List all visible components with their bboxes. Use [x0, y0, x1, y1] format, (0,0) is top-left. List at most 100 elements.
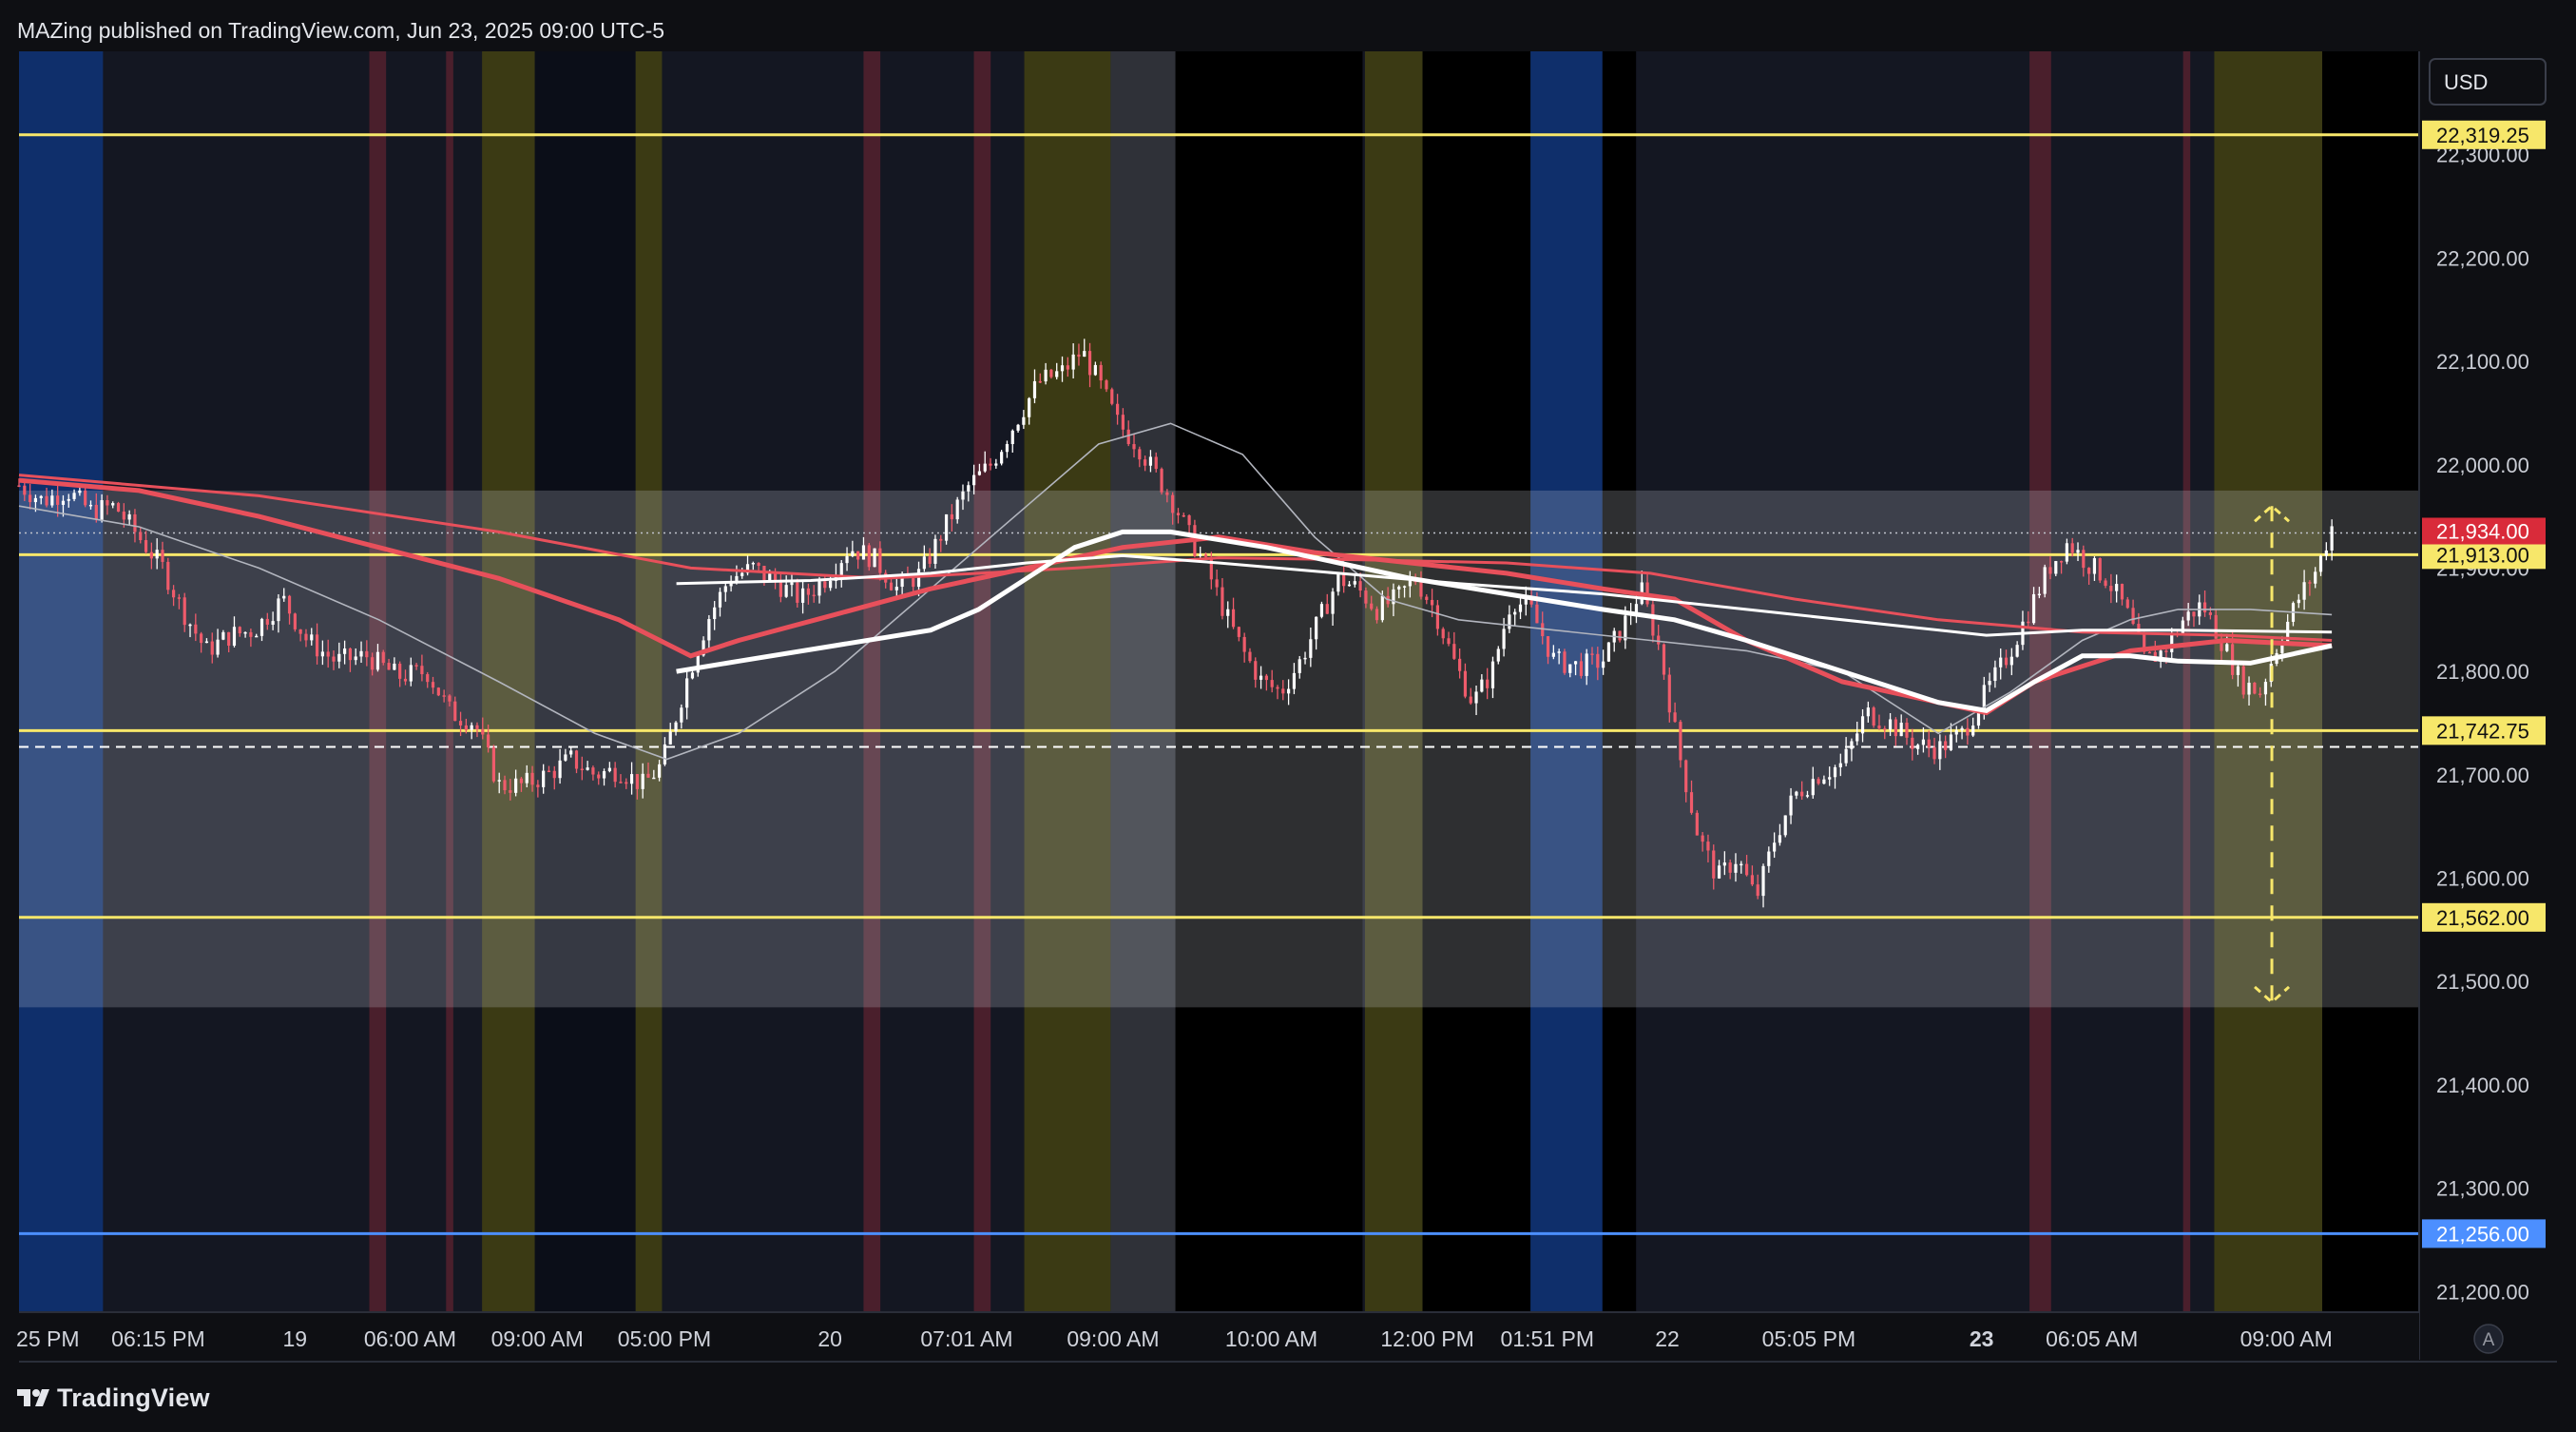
candle-body: [591, 767, 595, 775]
candle: [933, 534, 937, 570]
candle-body: [1010, 430, 1014, 445]
candle-body: [17, 485, 21, 487]
candle-body: [111, 503, 115, 506]
candle-body: [2115, 584, 2119, 591]
auto-scale-button[interactable]: A: [2473, 1324, 2504, 1354]
candle-body: [790, 582, 794, 586]
candle-body: [2009, 656, 2013, 666]
candle-body: [72, 493, 76, 499]
candle-body: [1822, 779, 1826, 784]
candle: [116, 501, 121, 513]
candle: [491, 745, 496, 784]
price-tick-label: 22,100.00: [2436, 350, 2529, 374]
candle-body: [1099, 364, 1103, 381]
candle-body: [1463, 670, 1468, 697]
candle-body: [1435, 605, 1440, 629]
candle-body: [1651, 604, 1655, 636]
candle-body: [1248, 651, 1252, 662]
candle-body: [2202, 602, 2207, 612]
candle-body: [602, 771, 606, 779]
candle-body: [1877, 726, 1881, 729]
level-label: 21,256.00: [2436, 1222, 2529, 1246]
candle-body: [2330, 526, 2334, 551]
candle-body: [1259, 675, 1263, 680]
candle-body: [856, 551, 860, 560]
candle-body: [718, 591, 722, 608]
candle-body: [658, 764, 662, 778]
candle-body: [2318, 555, 2323, 572]
candle-body: [1022, 416, 1026, 425]
candle-body: [1276, 687, 1279, 689]
candle-body: [194, 624, 198, 634]
candle-body: [497, 780, 501, 782]
candle-body: [161, 550, 164, 562]
price-tick-label: 21,700.00: [2436, 764, 2529, 787]
candle-body: [1618, 630, 1622, 641]
candle-body: [1805, 795, 1810, 797]
candle-body: [481, 728, 485, 735]
candle-body: [1894, 719, 1897, 737]
price-chart[interactable]: 22,300.0022,200.0022,100.0022,000.0021,9…: [0, 0, 2576, 1432]
candle-body: [442, 695, 446, 697]
candle-body: [2186, 611, 2190, 621]
candle-body: [707, 619, 711, 641]
candle-body: [536, 784, 540, 787]
candle-body: [635, 774, 639, 789]
candle-body: [260, 618, 264, 636]
tradingview-logo[interactable]: TradingView: [17, 1379, 210, 1417]
candle-body: [470, 725, 473, 730]
currency-button[interactable]: USD: [2429, 58, 2547, 106]
candle-body: [663, 744, 667, 764]
candle-body: [2076, 550, 2080, 553]
candle-body: [2120, 584, 2124, 600]
candle-body: [277, 598, 280, 622]
candle-body: [2092, 558, 2097, 574]
candle-body: [1944, 741, 1948, 750]
candle-body: [1486, 679, 1490, 688]
candle-body: [1347, 584, 1352, 587]
candle-body: [1370, 603, 1374, 610]
currency-button-label: USD: [2444, 70, 2488, 94]
level-label: 21,742.75: [2436, 719, 2529, 743]
candle-body: [1032, 380, 1037, 398]
candle-body: [2027, 621, 2030, 624]
candle-body: [1126, 429, 1130, 445]
candle-body: [1458, 658, 1462, 671]
candle-body: [1667, 674, 1671, 713]
candle-body: [1855, 733, 1859, 742]
candle-body: [1221, 587, 1224, 616]
candle-body: [740, 572, 744, 576]
candle-body: [1850, 741, 1854, 749]
price-tick-label: 21,800.00: [2436, 660, 2529, 684]
candle-body: [1132, 444, 1136, 450]
candle-body: [453, 701, 457, 722]
candle-body: [1551, 652, 1555, 657]
candle-body: [817, 581, 821, 596]
candle-body: [1138, 449, 1142, 460]
candle-body: [1938, 741, 1942, 760]
candle-body: [1976, 711, 1981, 726]
candle-body: [144, 540, 148, 552]
candle-body: [1706, 842, 1710, 851]
candle-body: [100, 500, 104, 520]
candle-body: [403, 678, 408, 682]
candle-body: [1563, 651, 1567, 673]
candle-body: [127, 513, 131, 520]
candle-body: [1684, 760, 1688, 793]
candle-body: [315, 634, 319, 657]
candle-body: [348, 648, 353, 661]
candle-body: [359, 650, 363, 657]
level-label: 22,319.25: [2436, 124, 2529, 147]
candle: [2043, 564, 2047, 598]
candle-body: [680, 707, 683, 723]
candle-body: [928, 556, 932, 564]
candle-body: [2192, 611, 2196, 617]
candle-body: [210, 641, 214, 655]
candle-body: [1176, 513, 1181, 515]
candle-body: [1911, 737, 1914, 749]
candle-body: [238, 627, 241, 634]
candle-body: [1049, 369, 1053, 377]
candle-body: [1899, 723, 1903, 737]
candle-body: [1430, 599, 1434, 606]
candle-body: [1535, 604, 1539, 624]
